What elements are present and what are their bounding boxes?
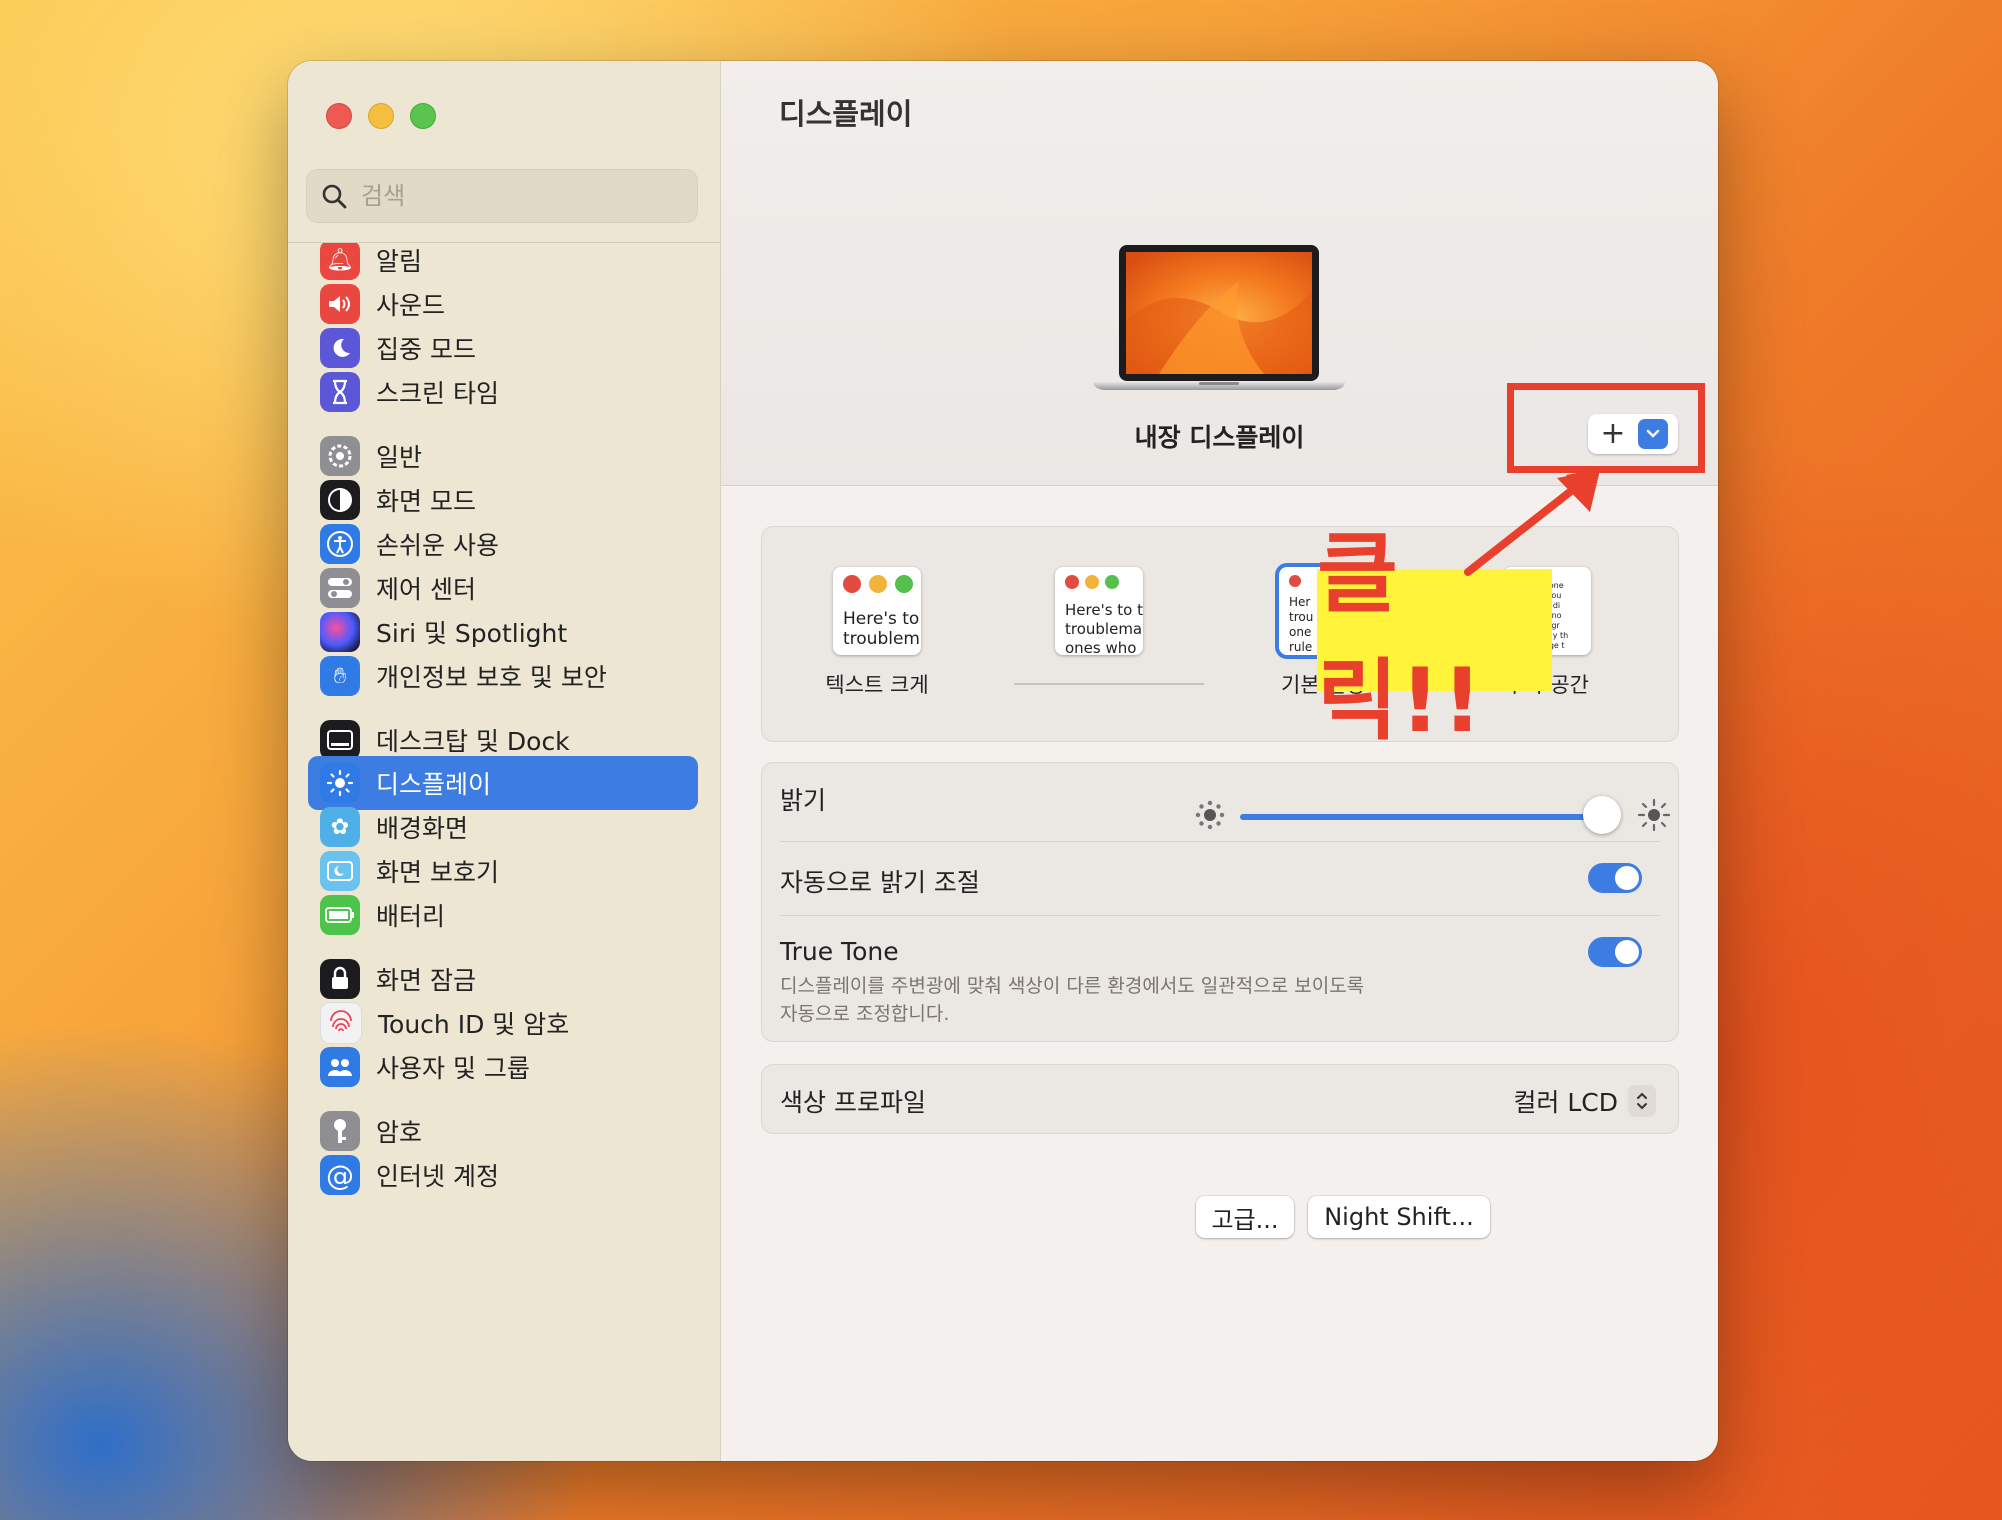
color-profile-row: 색상 프로파일 컬러 LCD xyxy=(761,1064,1679,1134)
speaker-icon xyxy=(320,284,360,324)
color-profile-value[interactable]: 컬러 LCD xyxy=(1513,1083,1618,1119)
hourglass-icon xyxy=(320,372,360,412)
auto-brightness-label: 자동으로 밝기 조절 xyxy=(780,868,980,897)
annotation-highlight-box xyxy=(1507,383,1705,473)
sidebar-item-label: 데스크탑 및 Dock xyxy=(376,727,570,756)
sidebar-item-label: 제어 센터 xyxy=(376,575,476,604)
control-center-icon xyxy=(320,568,360,608)
color-profile-label: 색상 프로파일 xyxy=(780,1088,926,1117)
sidebar: 🔔︎ 알림 사운드 집중 모드 스크린 타임 xyxy=(288,61,721,1461)
sample-text: Here's to t troublema ones who xyxy=(1065,601,1143,655)
brightness-slider-knob[interactable] xyxy=(1583,796,1621,834)
resolution-option-divider xyxy=(1014,683,1204,685)
sidebar-item-label: 배터리 xyxy=(376,902,446,931)
sidebar-item-label: 스크린 타임 xyxy=(376,379,499,408)
brightness-slider[interactable] xyxy=(1240,814,1600,820)
sidebar-item-label: 화면 잠금 xyxy=(376,966,476,995)
key-icon xyxy=(320,1111,360,1151)
display-arrangement: 디스플레이 내장 디스플레이 + xyxy=(721,61,1718,486)
true-tone-description: 디스플레이를 주변광에 맞춰 색상이 다른 환경에서도 일관적으로 보이도록 자… xyxy=(780,972,1660,1028)
sidebar-item-label: 집중 모드 xyxy=(376,335,476,364)
sidebar-item-label: 암호 xyxy=(376,1118,423,1147)
sidebar-item-label: 디스플레이 xyxy=(376,770,492,799)
dock-icon xyxy=(320,720,360,760)
screensaver-icon xyxy=(320,851,360,891)
sidebar-item-label: 알림 xyxy=(376,247,423,276)
appearance-icon xyxy=(320,480,360,520)
sun-dim-icon xyxy=(1195,800,1225,830)
at-icon: @ xyxy=(320,1155,360,1195)
main-pane: 디스플레이 내장 디스플레이 + Here's to troublem 텍스트 … xyxy=(721,61,1718,1461)
brightness-settings: 밝기 자동으로 밝기 조절 True Tone 디스플레이를 주변광에 맞춰 색… xyxy=(761,762,1679,1042)
sun-bright-icon xyxy=(1637,798,1671,832)
sample-text: Her trou one rule xyxy=(1289,595,1314,654)
sidebar-item-internet-accounts[interactable]: @ 인터넷 계정 xyxy=(308,1148,698,1202)
flower-icon: ✿ xyxy=(320,807,360,847)
updown-chevron-icon[interactable] xyxy=(1628,1085,1656,1117)
zoom-button[interactable] xyxy=(410,103,436,129)
moon-icon xyxy=(320,328,360,368)
system-settings-window: 🔔︎ 알림 사운드 집중 모드 스크린 타임 xyxy=(288,61,1718,1461)
page-title: 디스플레이 xyxy=(779,97,913,131)
resolution-thumbnail: Here's to t troublema ones who xyxy=(1055,567,1143,655)
sidebar-item-screen-time[interactable]: 스크린 타임 xyxy=(308,365,698,419)
search-input[interactable] xyxy=(359,181,697,211)
minimize-button[interactable] xyxy=(368,103,394,129)
true-tone-toggle[interactable] xyxy=(1588,937,1642,967)
resolution-label: 텍스트 크게 xyxy=(825,673,929,697)
sidebar-item-label: 개인정보 보호 및 보안 xyxy=(376,663,607,692)
auto-brightness-row: 자동으로 밝기 조절 xyxy=(780,863,1660,923)
bell-icon: 🔔︎ xyxy=(320,243,360,280)
accessibility-icon xyxy=(320,524,360,564)
lock-icon xyxy=(320,959,360,999)
sidebar-item-label: 손쉬운 사용 xyxy=(376,531,499,560)
sidebar-item-battery[interactable]: 배터리 xyxy=(308,888,698,942)
window-controls xyxy=(326,103,436,129)
resolution-option-2[interactable]: Here's to t troublema ones who xyxy=(1014,567,1204,685)
siri-icon xyxy=(320,612,360,652)
auto-brightness-toggle[interactable] xyxy=(1588,863,1642,893)
gear-icon xyxy=(320,436,360,476)
brightness-label: 밝기 xyxy=(780,786,827,815)
sample-text: Here's to troublem xyxy=(843,609,920,649)
row-divider xyxy=(780,841,1660,842)
sidebar-item-label: 사용자 및 그룹 xyxy=(376,1054,530,1083)
advanced-button[interactable]: 고급... xyxy=(1196,1196,1294,1238)
sidebar-item-label: Touch ID 및 암호 xyxy=(378,1010,570,1039)
search-icon xyxy=(322,184,347,209)
sidebar-item-privacy[interactable]: ✋︎ 개인정보 보호 및 보안 xyxy=(308,649,698,703)
sidebar-item-label: 일반 xyxy=(376,443,423,472)
users-icon xyxy=(320,1047,360,1087)
night-shift-button[interactable]: Night Shift... xyxy=(1308,1196,1490,1238)
row-divider xyxy=(780,915,1660,916)
hand-icon: ✋︎ xyxy=(320,656,360,696)
sidebar-item-label: 화면 모드 xyxy=(376,487,476,516)
fingerprint-icon xyxy=(320,1002,362,1044)
sidebar-item-label: 화면 보호기 xyxy=(376,858,499,887)
laptop-display-image[interactable] xyxy=(1089,241,1349,401)
sidebar-item-label: 인터넷 계정 xyxy=(376,1162,499,1191)
true-tone-description-line: 자동으로 조정합니다. xyxy=(780,1003,950,1025)
sidebar-item-label: 사운드 xyxy=(376,291,446,320)
true-tone-description-line: 디스플레이를 주변광에 맞춰 색상이 다른 환경에서도 일관적으로 보이도록 xyxy=(780,975,1365,997)
annotation-click-note: 클릭!! xyxy=(1317,522,1552,752)
true-tone-label: True Tone xyxy=(780,937,899,966)
battery-icon xyxy=(320,895,360,935)
resolution-option-larger-text[interactable]: Here's to troublem 텍스트 크게 xyxy=(792,567,962,699)
sidebar-item-label: Siri 및 Spotlight xyxy=(376,619,568,648)
sidebar-item-users-groups[interactable]: 사용자 및 그룹 xyxy=(308,1040,698,1094)
resolution-thumbnail: Here's to troublem xyxy=(833,567,921,655)
true-tone-row: True Tone 디스플레이를 주변광에 맞춰 색상이 다른 환경에서도 일관… xyxy=(780,937,1660,1028)
search-field[interactable] xyxy=(306,169,698,223)
sidebar-nav: 🔔︎ 알림 사운드 집중 모드 스크린 타임 일반 화면 모드 손쉬운 사용 제… xyxy=(288,243,720,1461)
sun-icon xyxy=(320,763,360,803)
sidebar-item-label: 배경화면 xyxy=(376,814,469,843)
close-button[interactable] xyxy=(326,103,352,129)
